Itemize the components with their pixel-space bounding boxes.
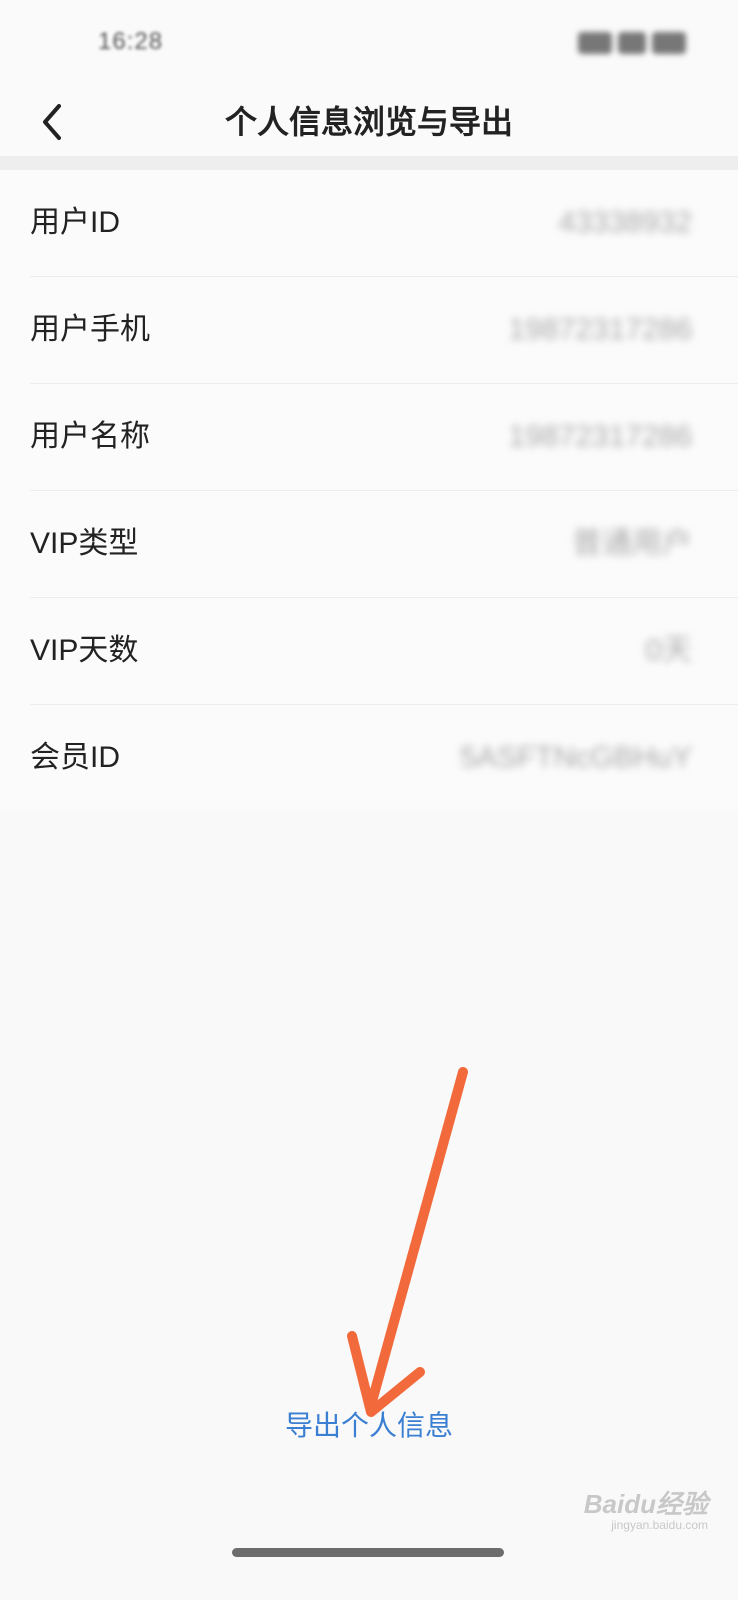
signal-icon [578,32,612,54]
info-label: 用户手机 [30,313,150,346]
info-list: 用户ID 43338932 用户手机 19872317286 用户名称 1987… [0,170,738,811]
info-row-user-id: 用户ID 43338932 [30,170,738,277]
status-bar: 16:28 [0,0,738,88]
info-value: 0天 [645,634,692,667]
info-row-user-phone: 用户手机 19872317286 [30,277,738,384]
status-icons [578,32,686,54]
info-label: 会员ID [30,741,120,774]
export-personal-info-link[interactable]: 导出个人信息 [0,1404,738,1444]
back-button[interactable] [22,88,82,156]
info-label: VIP天数 [30,634,139,667]
info-row-vip-days: VIP天数 0天 [30,598,738,705]
battery-icon [652,32,686,54]
info-label: 用户ID [30,206,120,239]
info-value: 5ASFTNcGBHuY [460,741,692,774]
watermark-sub: jingyan.baidu.com [611,1517,708,1532]
status-time: 16:28 [98,28,164,55]
watermark: Baidu经验 jingyan.baidu.com [584,1490,708,1532]
chevron-left-icon [43,104,61,140]
nav-divider [0,156,738,170]
info-row-vip-type: VIP类型 普通用户 [30,491,738,598]
info-label: 用户名称 [30,420,150,453]
info-value: 19872317286 [508,313,692,346]
watermark-text: Baidu经验 [583,1489,708,1519]
home-indicator[interactable] [232,1548,504,1557]
info-value: 43338932 [558,206,692,239]
info-row-member-id: 会员ID 5ASFTNcGBHuY [30,705,738,811]
wifi-icon [618,32,646,54]
info-value: 19872317286 [508,420,692,453]
info-value: 普通用户 [572,527,692,560]
page-title: 个人信息浏览与导出 [224,104,513,140]
nav-bar: 个人信息浏览与导出 [0,88,738,156]
info-label: VIP类型 [30,527,139,560]
info-row-user-name: 用户名称 19872317286 [30,384,738,491]
